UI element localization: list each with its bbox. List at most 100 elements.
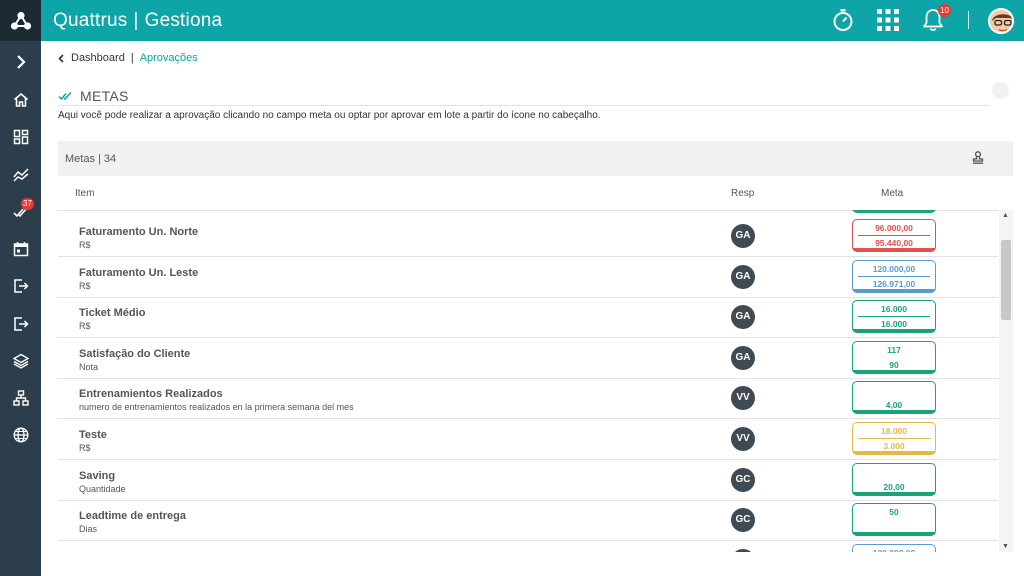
exit-icon [13,317,29,331]
responsible-avatar[interactable]: GC [731,467,755,492]
sidebar-item-exit-2[interactable] [0,305,41,343]
app-title: Quattrus | Gestiona [53,10,222,32]
stamp-icon[interactable] [972,151,984,164]
hierarchy-icon [12,390,29,406]
sidebar-item-calendar[interactable] [0,230,41,268]
responsible-avatar[interactable]: GA [731,224,755,248]
responsible-avatar[interactable]: VV [731,386,755,411]
responsible-avatar[interactable]: GA [731,264,755,289]
breadcrumb: Dashboard | Aprovações [58,52,198,64]
meta-status-bar [853,491,935,495]
bell-icon[interactable]: 10 [921,4,951,32]
page-description: Aqui você pode realizar a aprovação clic… [58,110,601,121]
sidebar-item-global[interactable] [0,416,41,454]
meta-status-bar [853,532,935,536]
meta-actual-value: 20,00 [883,481,905,492]
meta-approval-box[interactable]: 20,00 [852,462,936,496]
notifications-badge: 10 [938,4,951,17]
meta-actual-value: 90 [889,359,899,370]
meta-divider [858,316,930,318]
scroll-thumb[interactable] [1001,240,1011,320]
meta-divider [858,235,930,236]
meta-approval-box[interactable]: 96.000,00 95.440,00 [852,219,936,252]
goal-name: Teste [79,429,107,441]
sidebar-item-dashboard[interactable] [0,118,41,156]
sidebar-item-indicators[interactable] [0,155,41,193]
column-meta-header[interactable]: Meta [881,188,903,199]
calendar-icon [13,242,28,257]
meta-target-value: 18.000 [881,426,907,436]
responsible-avatar[interactable]: VV [731,427,755,451]
scroll-up-arrow-icon[interactable]: ▲ [1002,212,1009,219]
sidebar-item-approvals[interactable]: 37 [0,193,41,231]
stopwatch-icon[interactable] [831,8,855,32]
meta-status-bar [853,410,935,414]
panel-header: Metas | 34 [58,141,1013,176]
list-scrollbar[interactable]: ▲ ▼ [999,210,1013,552]
responsible-avatar[interactable]: GA [731,305,755,330]
table-row: Compras Realizadas GC 120.000,00 [58,541,998,552]
brand-separator: | [133,9,139,31]
responsible-avatar[interactable]: GC [731,508,755,533]
app-logo[interactable] [0,0,41,41]
meta-status-bar [853,329,935,333]
top-bar: Quattrus | Gestiona 10 [0,0,1024,41]
user-avatar[interactable] [988,8,1014,34]
table-row: Ticket Médio R$ GA 16.000 16.000 [58,297,998,339]
goal-name: Compras Realizadas [79,551,187,552]
exit-icon [13,279,29,293]
meta-status-bar [853,210,935,212]
sidebar-item-structure[interactable] [0,379,41,417]
column-item-header[interactable]: Item [75,188,94,199]
sidebar-item-home[interactable] [0,81,41,119]
chevron-right-icon [16,55,26,69]
meta-status-bar [853,288,935,292]
goal-name: Faturamento Un. Leste [79,266,199,279]
help-toggle[interactable] [992,82,1009,99]
table-row: Saving Quantidade GC 20,00 [58,460,998,501]
meta-approval-box[interactable]: 50 [852,503,936,537]
meta-actual-value: 3.000 [883,441,905,451]
meta-target-value: 117 [887,344,901,355]
breadcrumb-current[interactable]: Aprovações [140,52,198,64]
scroll-down-arrow-icon[interactable]: ▼ [1002,543,1009,550]
breadcrumb-dashboard-link[interactable]: Dashboard [71,52,125,64]
sidebar-expand-button[interactable] [0,43,41,81]
table-row: Entrenamientos Realizados numero de entre… [58,378,998,420]
meta-divider [858,275,930,277]
globe-icon [12,427,29,443]
meta-actual-value: 126.971,00 [872,278,916,289]
meta-approval-box[interactable]: 18.000 3.000 [852,422,936,455]
responsible-avatar[interactable]: GC [731,548,755,552]
goal-unit: Nota [79,361,99,372]
meta-approval-box[interactable]: 4,00 [852,381,936,415]
meta-target-value: 120.000,00 [853,548,935,552]
meta-approval-box[interactable]: 16.000 16.000 [852,300,936,334]
goal-unit: R$ [79,443,91,453]
panel-title: Metas | 34 [65,152,117,165]
page-title-text: METAS [80,88,129,104]
table-row: Leadtime de entrega Dias GC 50 [58,500,998,542]
goal-unit: Dias [79,524,98,535]
meta-box-partial[interactable] [852,210,936,213]
responsible-avatar[interactable]: GA [731,345,755,370]
meta-target-value: 16.000 [881,304,907,315]
goal-name: Saving [79,469,116,482]
goal-name: Leadtime de entrega [79,510,186,523]
chevron-left-icon[interactable] [58,53,64,63]
column-resp-header[interactable]: Resp [731,188,754,199]
meta-approval-box[interactable]: 120.000,00 126.971,00 [852,259,936,293]
layers-icon [12,353,29,369]
meta-approval-box[interactable]: 117 90 [852,340,936,374]
table-row: Teste R$ VV 18.000 3.000 [58,419,998,460]
sidebar-item-exit-1[interactable] [0,267,41,305]
goal-unit: numero de entrenamientos realizados en l… [79,402,354,413]
goal-name: Entrenamientos Realizados [79,388,223,401]
goal-unit: Quantidade [79,483,126,494]
meta-target-value: 120.000,00 [872,263,916,274]
sidebar-item-layers[interactable] [0,342,41,380]
home-icon [13,92,28,107]
meta-approval-box[interactable]: 120.000,00 [852,543,936,552]
apps-grid-icon[interactable] [876,8,900,32]
module-name: Gestiona [144,9,223,31]
